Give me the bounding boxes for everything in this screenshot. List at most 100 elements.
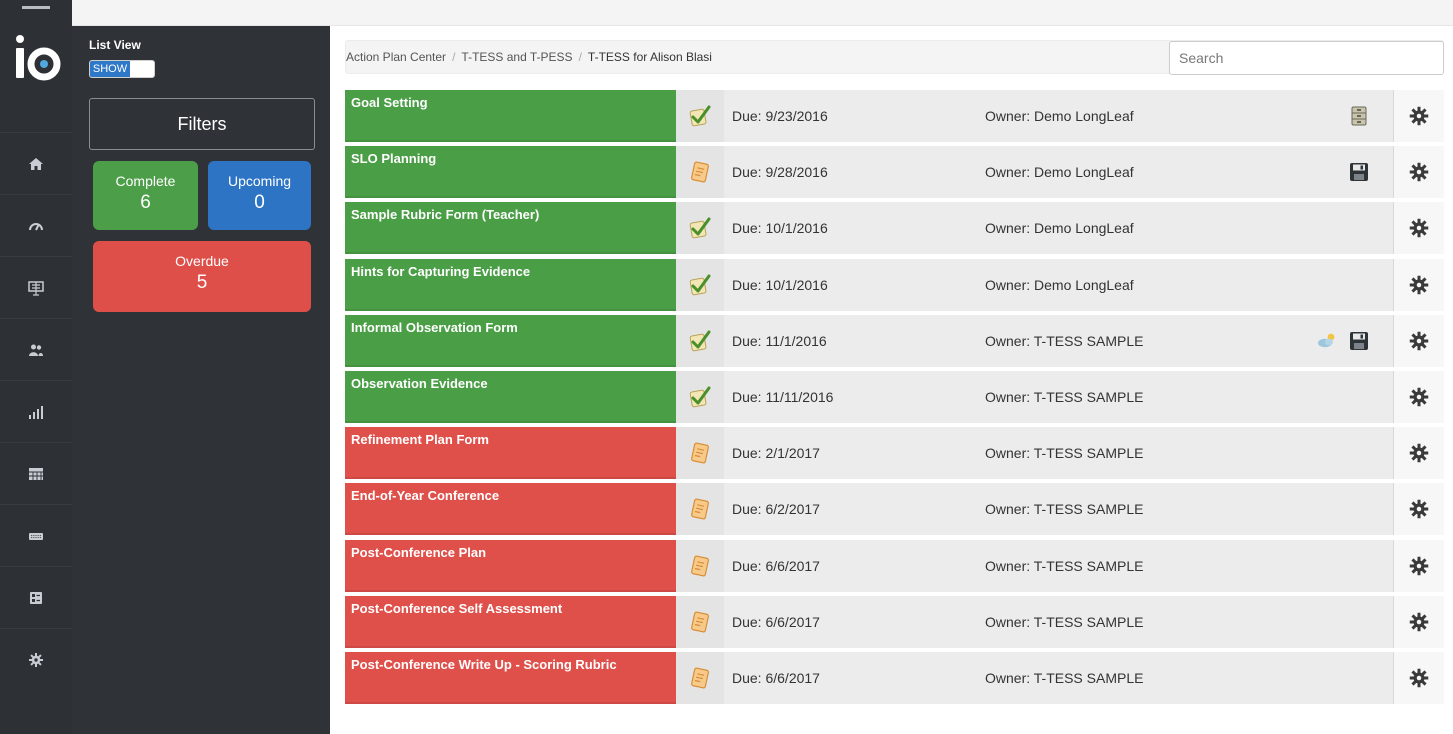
action-plan-row[interactable]: Hints for Capturing Evidence Due: 10/1/20… — [345, 258, 1444, 311]
row-settings-button[interactable] — [1393, 483, 1444, 536]
row-title[interactable]: Refinement Plan Form — [345, 427, 676, 480]
breadcrumb-item-action-plan-center[interactable]: Action Plan Center — [346, 50, 446, 64]
filter-panel: List View SHOW Filters Complete 6 Upcomi… — [72, 26, 330, 734]
settings-icon — [28, 652, 44, 668]
row-due-date: Due: 10/1/2016 — [732, 220, 828, 237]
row-due-date: Due: 10/1/2016 — [732, 276, 828, 293]
row-title[interactable]: Post-Conference Write Up - Scoring Rubri… — [345, 652, 676, 704]
row-owner: Owner: T-TESS SAMPLE — [985, 613, 1144, 630]
save-disk-icon[interactable] — [1348, 330, 1370, 352]
row-title[interactable]: Goal Setting — [345, 90, 676, 142]
row-owner: Owner: Demo LongLeaf — [985, 220, 1134, 237]
action-plan-row[interactable]: Post-Conference Plan Due: 6/6/2017 Owner: … — [345, 539, 1444, 592]
top-bar — [72, 0, 1453, 26]
presentation-board-icon — [28, 280, 44, 296]
row-settings-button[interactable] — [1393, 314, 1444, 367]
checkmark-icon — [676, 371, 724, 423]
breadcrumb-item-current: T-TESS for Alison Blasi — [587, 50, 712, 64]
row-owner: Owner: T-TESS SAMPLE — [985, 445, 1144, 462]
complete-label: Complete — [115, 173, 176, 189]
gear-icon — [1409, 499, 1429, 519]
archive-icon[interactable] — [1348, 105, 1370, 127]
rail-item-forms[interactable] — [0, 566, 72, 628]
row-settings-button[interactable] — [1393, 652, 1444, 704]
document-icon — [676, 146, 724, 199]
row-settings-button[interactable] — [1393, 146, 1444, 199]
icon-rail — [0, 0, 72, 734]
action-plan-row[interactable]: Refinement Plan Form Due: 2/1/2017 Owner: … — [345, 427, 1444, 480]
breadcrumb-separator: / — [578, 50, 582, 64]
upcoming-filter-tile[interactable]: Upcoming 0 — [208, 161, 311, 230]
rail-item-presentation-board[interactable] — [0, 256, 72, 318]
gear-icon — [1409, 612, 1429, 632]
breadcrumb-item-ttess-tpess[interactable]: T-TESS and T-PESS — [461, 50, 572, 64]
document-icon — [676, 483, 724, 536]
complete-filter-tile[interactable]: Complete 6 — [93, 161, 198, 230]
rail-item-dashboard-gauge[interactable] — [0, 194, 72, 256]
gear-icon — [1409, 106, 1429, 126]
row-action-icons — [1280, 329, 1370, 353]
bar-chart-icon — [28, 404, 44, 420]
row-title[interactable]: Post-Conference Self Assessment — [345, 595, 676, 648]
row-due-date: Due: 11/11/2016 — [732, 389, 834, 405]
row-settings-button[interactable] — [1393, 595, 1444, 648]
gear-icon — [1409, 443, 1429, 463]
rail-item-home[interactable] — [0, 132, 72, 194]
rail-item-calendar-grid[interactable] — [0, 442, 72, 504]
rail-item-users[interactable] — [0, 318, 72, 380]
row-owner: Owner: T-TESS SAMPLE — [985, 332, 1144, 349]
action-plan-row[interactable]: SLO Planning Due: 9/28/2016 Owner: Demo Lo… — [345, 146, 1444, 199]
action-plan-row[interactable]: Sample Rubric Form (Teacher) Due: 10/1/20… — [345, 202, 1444, 255]
save-disk-icon[interactable] — [1348, 161, 1370, 183]
row-due-date: Due: 6/6/2017 — [732, 557, 820, 574]
list-view-toggle[interactable]: SHOW — [89, 60, 155, 78]
app-logo[interactable] — [12, 32, 62, 92]
row-settings-button[interactable] — [1393, 90, 1444, 142]
calendar-grid-icon — [28, 466, 44, 482]
row-settings-button[interactable] — [1393, 371, 1444, 423]
gear-icon — [1409, 387, 1429, 407]
row-due-date: Due: 6/6/2017 — [732, 613, 820, 630]
list-view-label: List View — [89, 38, 141, 52]
action-plan-row[interactable]: End-of-Year Conference Due: 6/2/2017 Owner… — [345, 483, 1444, 536]
row-title[interactable]: Observation Evidence — [345, 371, 676, 423]
row-due-date: Due: 2/1/2017 — [732, 445, 820, 462]
rail-item-keyboard[interactable] — [0, 504, 72, 566]
forms-icon — [28, 590, 44, 606]
row-title[interactable]: Hints for Capturing Evidence — [345, 258, 676, 311]
dashboard-gauge-icon — [28, 218, 44, 234]
row-settings-button[interactable] — [1393, 202, 1444, 255]
row-due-date: Due: 11/1/2016 — [732, 332, 827, 349]
document-icon — [676, 427, 724, 480]
row-title[interactable]: Sample Rubric Form (Teacher) — [345, 202, 676, 255]
row-title[interactable]: SLO Planning — [345, 146, 676, 199]
row-due-date: Due: 9/28/2016 — [732, 164, 828, 181]
hamburger-menu-icon[interactable] — [22, 6, 50, 9]
search-input[interactable] — [1169, 41, 1444, 75]
row-settings-button[interactable] — [1393, 539, 1444, 592]
action-plan-row[interactable]: Observation Evidence Due: 11/11/2016 Owner… — [345, 371, 1444, 423]
row-title[interactable]: End-of-Year Conference — [345, 483, 676, 536]
action-plan-row[interactable]: Post-Conference Self Assessment Due: 6/6/… — [345, 595, 1444, 648]
row-owner: Owner: T-TESS SAMPLE — [985, 557, 1144, 574]
action-plan-row[interactable]: Informal Observation Form Due: 11/1/2016 O… — [345, 314, 1444, 367]
document-icon — [676, 539, 724, 592]
row-due-date: Due: 9/23/2016 — [732, 108, 828, 124]
rail-item-settings[interactable] — [0, 628, 72, 690]
filters-button[interactable]: Filters — [89, 98, 315, 150]
action-plan-row[interactable]: Goal Setting Due: 9/23/2016 Owner: Demo Lo… — [345, 90, 1444, 142]
checkmark-icon — [676, 258, 724, 311]
rail-item-bar-chart[interactable] — [0, 380, 72, 442]
upcoming-label: Upcoming — [227, 173, 292, 189]
action-plan-row[interactable]: Post-Conference Write Up - Scoring Rubri… — [345, 652, 1444, 704]
row-title[interactable]: Informal Observation Form — [345, 314, 676, 367]
row-owner: Owner: Demo LongLeaf — [985, 108, 1134, 124]
overdue-filter-tile[interactable]: Overdue 5 — [93, 241, 311, 312]
row-title[interactable]: Post-Conference Plan — [345, 539, 676, 592]
gear-icon — [1409, 556, 1429, 576]
checkmark-icon — [676, 314, 724, 367]
row-settings-button[interactable] — [1393, 427, 1444, 480]
row-settings-button[interactable] — [1393, 258, 1444, 311]
weather-cloud-icon[interactable] — [1316, 330, 1338, 352]
breadcrumb: Action Plan Center / T-TESS and T-PESS / T-T… — [346, 50, 712, 64]
